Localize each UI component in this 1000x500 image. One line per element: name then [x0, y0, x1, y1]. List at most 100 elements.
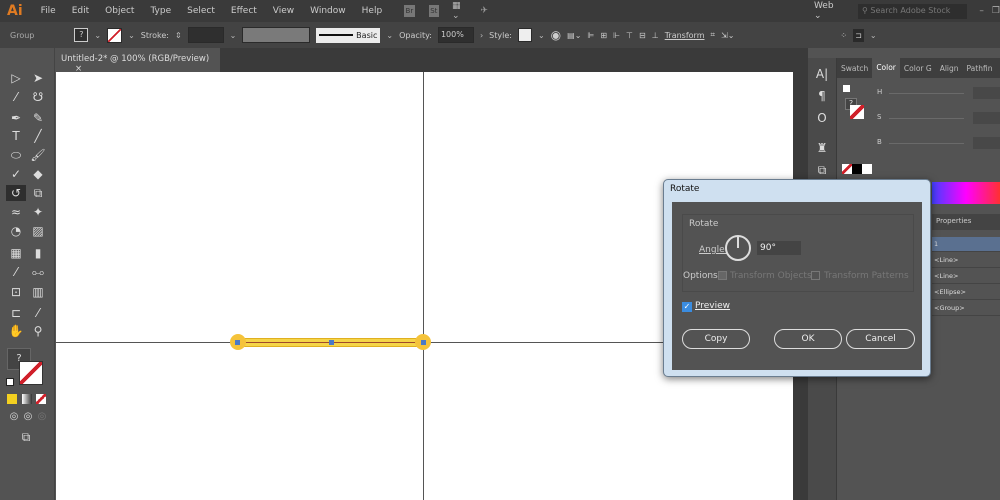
magic-wand-tool-icon[interactable]: ⁄: [7, 89, 25, 105]
type-tool-icon[interactable]: T: [7, 128, 25, 144]
menu-file[interactable]: File: [41, 6, 56, 16]
lasso-tool-icon[interactable]: ☋: [29, 89, 47, 105]
perspective-grid-tool-icon[interactable]: ▨: [29, 223, 47, 239]
puppet-warp-tool-icon[interactable]: ✦: [29, 204, 47, 220]
zoom-tool-icon[interactable]: ⚲: [29, 323, 47, 339]
arrange-documents-icon[interactable]: ▦ ⌄: [452, 1, 468, 21]
vertical-line[interactable]: [423, 72, 424, 500]
menu-effect[interactable]: Effect: [231, 6, 257, 16]
menu-type[interactable]: Type: [150, 6, 171, 16]
stroke-weight-stepper[interactable]: ⇕: [175, 31, 182, 40]
tab-pathfinder[interactable]: Pathfin: [963, 64, 997, 73]
workspace-switcher[interactable]: Web ⌄: [814, 1, 840, 21]
ok-button[interactable]: OK: [774, 329, 842, 349]
eraser-tool-icon[interactable]: ◆: [29, 166, 47, 182]
selection-handle[interactable]: [421, 340, 426, 345]
color-spectrum[interactable]: [932, 182, 1000, 204]
stroke-weight-input[interactable]: [187, 27, 224, 43]
curvature-tool-icon[interactable]: ✎: [29, 110, 47, 126]
variable-width-profile[interactable]: [242, 27, 311, 43]
isolate-icon[interactable]: ⌗: [710, 30, 715, 40]
arrange-icon[interactable]: ⁘: [840, 31, 847, 40]
hand-tool-icon[interactable]: ✋: [7, 323, 25, 339]
selected-line-preview[interactable]: [232, 338, 424, 347]
none-swatch[interactable]: [842, 164, 852, 174]
tab-align[interactable]: Align: [936, 64, 963, 73]
tab-swatches[interactable]: Swatch: [837, 64, 872, 73]
fill-swatch[interactable]: ?: [74, 28, 89, 42]
ellipse-tool-icon[interactable]: ⬭: [7, 147, 25, 163]
saturation-input[interactable]: [973, 112, 1000, 124]
default-colors-icon[interactable]: [6, 378, 14, 386]
selection-handle[interactable]: [235, 340, 240, 345]
tab-color[interactable]: Color: [872, 58, 900, 78]
brightness-slider[interactable]: [889, 143, 964, 144]
draw-inside-icon[interactable]: ◎: [33, 409, 51, 425]
panel-menu-icon[interactable]: ⊐: [853, 28, 864, 42]
slice-tool-icon[interactable]: ⁄: [29, 305, 47, 321]
menu-window[interactable]: Window: [310, 6, 346, 16]
eyedropper-tool-icon[interactable]: ⁄: [7, 264, 25, 280]
opentype-panel-icon[interactable]: O: [813, 110, 831, 126]
layer-row[interactable]: <Line>: [932, 269, 1000, 284]
transform-objects-checkbox[interactable]: [718, 271, 727, 280]
preview-checkbox[interactable]: ✓: [682, 302, 692, 312]
none-mode-icon[interactable]: [36, 394, 46, 404]
stock-button[interactable]: St: [428, 5, 439, 17]
align-middle-icon[interactable]: ⊟: [639, 31, 646, 40]
character-panel-icon[interactable]: A|: [813, 66, 831, 82]
puppet-panel-icon[interactable]: ♜: [813, 140, 831, 156]
brightness-input[interactable]: [973, 137, 1000, 149]
menu-edit[interactable]: Edit: [72, 6, 89, 16]
gradient-tool-icon[interactable]: ▮: [29, 245, 47, 261]
blend-tool-icon[interactable]: ⧟: [29, 264, 47, 280]
bridge-button[interactable]: Br: [404, 5, 415, 17]
copy-button[interactable]: Copy: [682, 329, 750, 349]
menu-help[interactable]: Help: [362, 6, 383, 16]
selection-tool-icon[interactable]: ➤: [29, 70, 47, 86]
white-swatch[interactable]: [862, 164, 872, 174]
transform-button[interactable]: Transform: [665, 31, 705, 40]
angle-dial[interactable]: [725, 235, 751, 261]
menu-object[interactable]: Object: [105, 6, 134, 16]
document-tab[interactable]: Untitled-2* @ 100% (RGB/Preview) ×: [55, 48, 220, 74]
layer-row[interactable]: <Ellipse>: [932, 285, 1000, 300]
stroke-color-box[interactable]: [850, 105, 864, 119]
scale-tool-icon[interactable]: ⧉: [29, 185, 47, 201]
hue-slider[interactable]: [889, 93, 964, 94]
line-tool-icon[interactable]: ╱: [29, 128, 47, 144]
transform-patterns-checkbox[interactable]: [811, 271, 820, 280]
brush-definition[interactable]: Basic: [316, 27, 381, 43]
paintbrush-tool-icon[interactable]: 🖌: [29, 147, 47, 163]
symbol-sprayer-tool-icon[interactable]: ⊡: [7, 284, 25, 300]
gradient-mode-icon[interactable]: [22, 394, 32, 404]
warp-tool-icon[interactable]: ≈: [7, 204, 25, 220]
stroke-color-box[interactable]: [19, 361, 43, 385]
style-swatch[interactable]: [517, 28, 532, 42]
align-top-icon[interactable]: ⊤: [626, 31, 633, 40]
black-swatch[interactable]: [852, 164, 862, 174]
restore-button[interactable]: ❐: [992, 6, 1000, 16]
align-bottom-icon[interactable]: ⊥: [652, 31, 659, 40]
minimize-button[interactable]: –: [979, 6, 984, 16]
default-fill-stroke-icon[interactable]: [843, 85, 850, 92]
select-similar-icon[interactable]: ⇲⌄: [721, 31, 734, 40]
align-right-icon[interactable]: ⊩: [613, 31, 620, 40]
pen-tool-icon[interactable]: ✒: [7, 110, 25, 126]
layer-row[interactable]: <Line>: [932, 253, 1000, 268]
stock-search[interactable]: ⚲ Search Adobe Stock: [857, 3, 968, 19]
paragraph-panel-icon[interactable]: ¶: [813, 88, 831, 104]
hue-input[interactable]: [973, 87, 1000, 99]
color-mode-icon[interactable]: [7, 394, 17, 404]
graph-tool-icon[interactable]: ▥: [29, 284, 47, 300]
mesh-tool-icon[interactable]: ▦: [7, 245, 25, 261]
tab-properties[interactable]: Properties: [932, 214, 1000, 230]
transform-panel-icon[interactable]: ⧉: [813, 162, 831, 178]
screen-mode-icon[interactable]: ⧉: [17, 429, 35, 445]
angle-input[interactable]: 90°: [757, 241, 801, 255]
rotate-tool-icon[interactable]: ↺: [6, 185, 26, 201]
cancel-button[interactable]: Cancel: [846, 329, 915, 349]
layer-row[interactable]: <Group>: [932, 301, 1000, 316]
tab-color-guide[interactable]: Color G: [900, 64, 936, 73]
layer-row[interactable]: 1: [932, 237, 1000, 252]
